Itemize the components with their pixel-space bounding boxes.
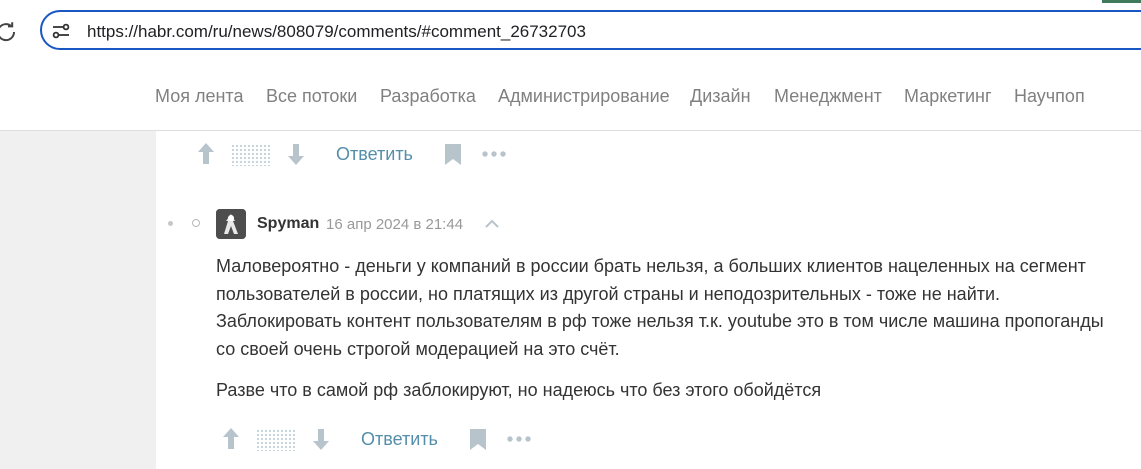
comment-body: Маловероятно - деньги у компаний в росси… <box>216 253 1126 405</box>
address-bar[interactable]: https://habr.com/ru/news/808079/comments… <box>40 10 1141 50</box>
nav-marketing[interactable]: Маркетинг <box>904 86 992 107</box>
nav-all-streams[interactable]: Все потоки <box>266 86 357 107</box>
downvote-arrow-icon[interactable] <box>311 425 331 458</box>
more-options-icon[interactable] <box>481 144 507 169</box>
nav-development[interactable]: Разработка <box>380 86 476 107</box>
avatar[interactable] <box>216 209 246 239</box>
downvote-arrow-icon[interactable] <box>286 140 306 173</box>
browser-toolbar: https://habr.com/ru/news/808079/comments… <box>0 0 1141 63</box>
chevron-up-icon[interactable] <box>483 215 501 233</box>
nav-popular-science[interactable]: Научпоп <box>1014 86 1085 107</box>
tab-accent <box>1102 0 1141 3</box>
site-settings-icon[interactable] <box>51 21 71 41</box>
reply-link[interactable]: Ответить <box>336 144 413 165</box>
upvote-arrow-icon[interactable] <box>221 425 241 458</box>
comment-paragraph: Маловероятно - деньги у компаний в росси… <box>216 256 1104 359</box>
score-hidden <box>256 425 296 451</box>
url-text[interactable]: https://habr.com/ru/news/808079/comments… <box>87 22 586 42</box>
nav-administration[interactable]: Администрирование <box>498 86 670 107</box>
bookmark-icon[interactable] <box>469 428 487 457</box>
prev-comment-actions: Ответить <box>196 140 516 170</box>
more-options-icon[interactable] <box>506 429 532 454</box>
nav-my-feed[interactable]: Моя лента <box>155 86 243 107</box>
comment-actions: Ответить <box>221 425 541 455</box>
comment-author[interactable]: Spyman <box>257 215 319 233</box>
site-navigation: Моя лента Все потоки Разработка Админист… <box>0 62 1141 131</box>
reply-link[interactable]: Ответить <box>361 429 438 450</box>
comment-date[interactable]: 16 апр 2024 в 21:44 <box>326 216 463 233</box>
thread-level-ring <box>192 219 200 227</box>
reload-icon[interactable] <box>0 20 18 44</box>
nav-management[interactable]: Менеджмент <box>774 86 882 107</box>
upvote-arrow-icon[interactable] <box>196 140 216 173</box>
nav-design[interactable]: Дизайн <box>690 86 751 107</box>
bookmark-icon[interactable] <box>444 143 462 172</box>
thread-level-dot <box>168 221 173 226</box>
score-hidden <box>231 140 271 166</box>
comment-paragraph: Разве что в самой рф заблокируют, но над… <box>216 380 822 400</box>
